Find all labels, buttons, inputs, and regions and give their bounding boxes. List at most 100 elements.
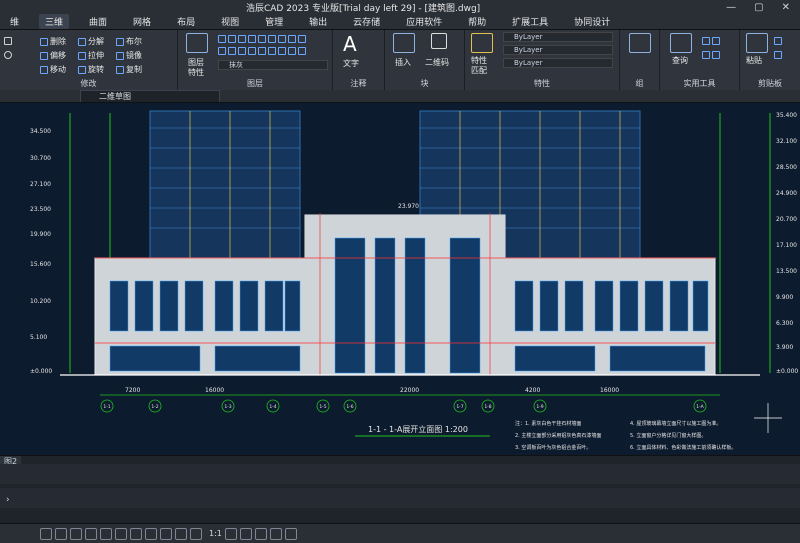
- query-icon[interactable]: [670, 33, 692, 53]
- drawing-canvas[interactable]: 34.500 30.700 27.100 23.500 19.900 15.60…: [0, 103, 800, 455]
- ribbon-tab-cloud[interactable]: 云存储: [347, 14, 386, 29]
- minimize-button[interactable]: —: [726, 2, 736, 13]
- dim-4: 16000: [600, 387, 619, 394]
- erase-tool[interactable]: 删除: [40, 36, 66, 47]
- match-properties-icon[interactable]: [471, 33, 493, 53]
- ribbon-tab-surface[interactable]: 曲面: [83, 14, 113, 29]
- annotation-scale-value[interactable]: 1:1: [209, 529, 222, 538]
- layer-dropdown[interactable]: 抹灰: [218, 60, 328, 70]
- isolate-objects-icon[interactable]: [254, 527, 267, 540]
- otrack-toggle-icon[interactable]: [115, 527, 127, 540]
- ortho-toggle-icon[interactable]: [70, 527, 82, 540]
- ribbon-tab-extend[interactable]: 扩展工具: [506, 14, 554, 29]
- paste-label: 粘贴: [746, 56, 762, 65]
- group-panel: 组: [620, 30, 660, 90]
- command-area: 图2: [0, 455, 800, 524]
- linetype-dropdown[interactable]: ByLayer: [503, 45, 613, 55]
- explode-icon: [78, 37, 86, 46]
- ribbon-tab-collab[interactable]: 协同设计: [568, 14, 616, 29]
- window-title: 浩辰CAD 2023 专业版[Trial day left 29] - [建筑图…: [245, 3, 481, 14]
- ribbon-tab-3d[interactable]: 三维: [39, 14, 70, 29]
- annotation-scale-icon[interactable]: [190, 527, 202, 540]
- axis-label-5: 1-6: [346, 404, 353, 410]
- annotation-panel-label: 注释: [350, 79, 367, 88]
- axis-label-9: 1-A: [696, 404, 704, 410]
- transparency-toggle-icon[interactable]: [145, 527, 157, 540]
- boolean-tool[interactable]: 布尔: [116, 36, 142, 47]
- snap-toggle-icon[interactable]: [55, 527, 67, 540]
- fullscreen-icon[interactable]: [269, 527, 282, 540]
- ribbon-tab-help[interactable]: 帮助: [462, 14, 492, 29]
- copy-tool[interactable]: 复制: [116, 64, 142, 75]
- utility-tools2[interactable]: [702, 50, 722, 59]
- stretch-icon: [78, 51, 86, 60]
- block-panel-label: 块: [420, 79, 429, 88]
- clipboard-tools2[interactable]: [774, 50, 784, 59]
- move-icon: [40, 65, 48, 74]
- close-button[interactable]: ✕: [782, 2, 790, 13]
- axis-label-3: 1-4: [269, 404, 276, 410]
- clipboard-tools[interactable]: [774, 36, 784, 45]
- layer-tools-row1[interactable]: [218, 34, 308, 43]
- dim-0: 7200: [125, 387, 140, 394]
- layer-properties-icon[interactable]: [186, 33, 208, 53]
- note-5: 5. 立面窗户分格详见门窗大样图。: [630, 432, 706, 439]
- qrcode-icon[interactable]: [431, 33, 447, 49]
- polar-toggle-icon[interactable]: [85, 527, 97, 540]
- block-panel: 插入 二维码 块: [385, 30, 465, 90]
- selection-cycling-icon[interactable]: [160, 527, 172, 540]
- explode-tool[interactable]: 分解: [78, 36, 104, 47]
- axis-label-0: 1-1: [103, 404, 110, 410]
- ribbon-tab-apps[interactable]: 应用软件: [400, 14, 448, 29]
- ribbon-tab-layout[interactable]: 布局: [171, 14, 201, 29]
- draw-circle-icon[interactable]: [4, 50, 14, 59]
- document-tab[interactable]: 二维草图: [80, 90, 220, 102]
- move-tool[interactable]: 移动: [40, 64, 66, 75]
- osnap-toggle-icon[interactable]: [100, 527, 112, 540]
- maximize-button[interactable]: ▢: [754, 2, 763, 13]
- axis-label-4: 1-5: [319, 404, 326, 410]
- modify-panel: 删除 分解 布尔 偏移 拉伸 镜像 移动 旋转 复制 修改: [0, 30, 178, 90]
- group-icon[interactable]: [629, 33, 651, 53]
- axis-label-1: 1-2: [151, 404, 158, 410]
- right-elev-1: 32.100: [776, 138, 797, 145]
- axis-label-6: 1-7: [456, 404, 463, 410]
- crosshair-cursor-icon: [754, 403, 782, 433]
- 3d-osnap-icon[interactable]: [175, 527, 187, 540]
- lineweight-toggle-icon[interactable]: [130, 527, 142, 540]
- ribbon-tab-view[interactable]: 视图: [215, 14, 245, 29]
- utilities-panel-label: 实用工具: [683, 79, 716, 88]
- stretch-tool[interactable]: 拉伸: [78, 50, 104, 61]
- right-elev-7: 9.900: [776, 294, 793, 301]
- left-elev-4: 19.900: [30, 231, 51, 238]
- text-icon[interactable]: A: [343, 32, 357, 56]
- customize-icon[interactable]: [284, 527, 297, 540]
- draw-lines-icon[interactable]: [4, 36, 14, 45]
- ribbon-tab-manage[interactable]: 管理: [259, 14, 289, 29]
- settings-gear-icon[interactable]: [239, 527, 252, 540]
- right-elev-0: 35.400: [776, 112, 797, 119]
- ribbon-tab-left[interactable]: 维: [4, 14, 25, 29]
- right-elev-4: 20.700: [776, 216, 797, 223]
- note-2: 2. 主楼立面部分采用铝灰色真石漆墙面: [515, 432, 601, 439]
- drawing-title: 1-1 - 1-A展开立面图 1:200: [368, 424, 468, 434]
- right-elev-6: 13.500: [776, 268, 797, 275]
- mirror-tool[interactable]: 镜像: [116, 50, 142, 61]
- ribbon-tab-output[interactable]: 输出: [303, 14, 333, 29]
- lineweight-dropdown[interactable]: ByLayer: [503, 58, 613, 68]
- command-line[interactable]: [0, 488, 800, 508]
- workspace-icon[interactable]: [224, 527, 237, 540]
- dim-3: 4200: [525, 387, 540, 394]
- utility-tools[interactable]: [702, 36, 722, 45]
- offset-tool[interactable]: 偏移: [40, 50, 66, 61]
- grid-toggle-icon[interactable]: [40, 527, 52, 540]
- rotate-tool[interactable]: 旋转: [78, 64, 104, 75]
- paste-icon[interactable]: [746, 33, 768, 53]
- right-elev-3: 24.900: [776, 190, 797, 197]
- title-bar: 浩辰CAD 2023 专业版[Trial day left 29] - [建筑图…: [0, 0, 800, 15]
- command-prompt-icon: ›: [6, 495, 10, 505]
- color-dropdown[interactable]: ByLayer: [503, 32, 613, 42]
- ribbon-tab-mesh[interactable]: 网格: [127, 14, 157, 29]
- layer-tools-row2[interactable]: [218, 46, 308, 55]
- insert-icon[interactable]: [393, 33, 415, 53]
